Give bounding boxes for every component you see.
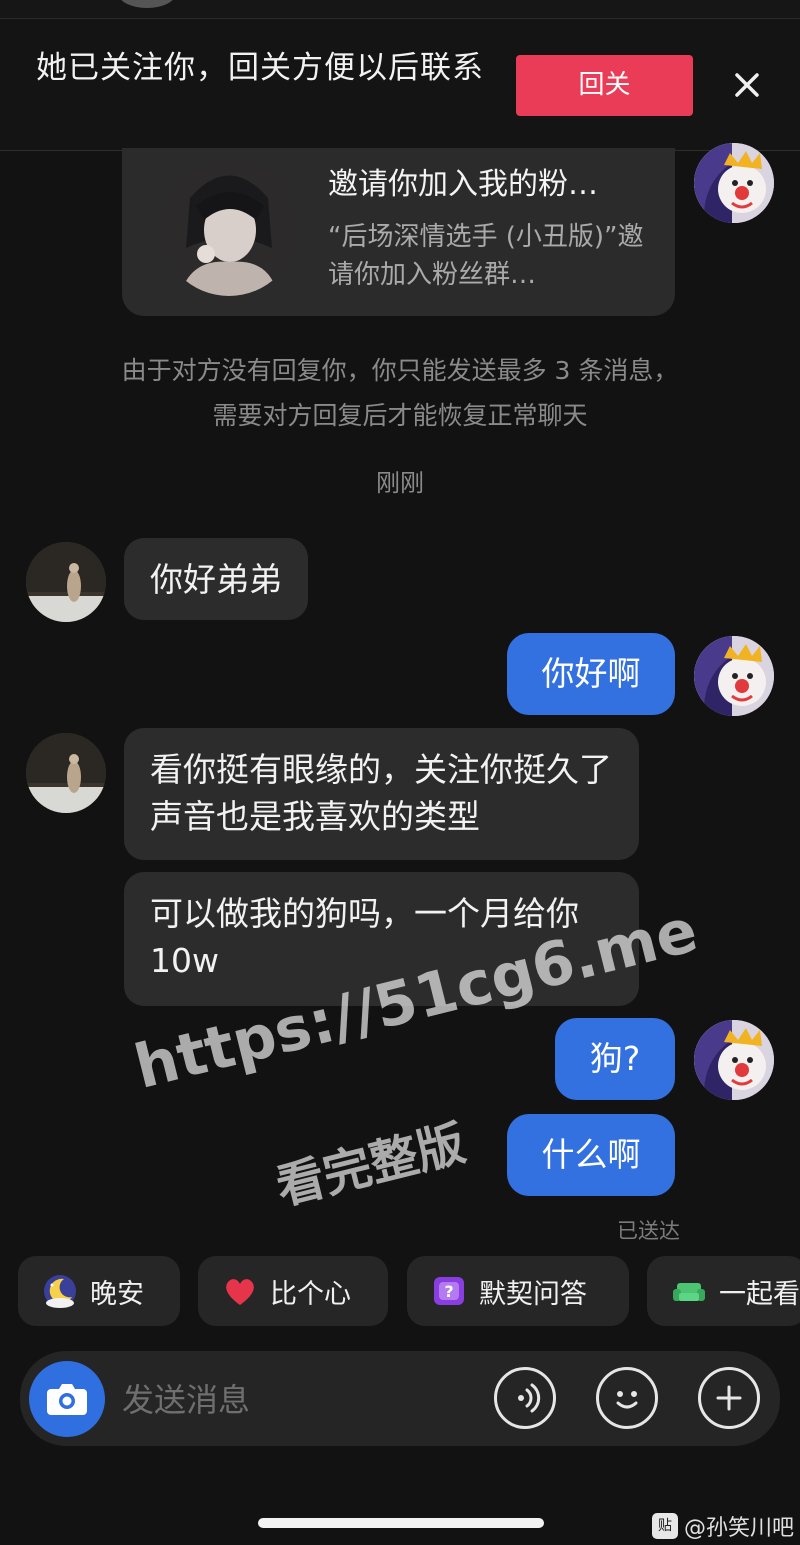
delivery-status: 已送达 <box>617 1219 680 1243</box>
top-strip <box>0 0 800 19</box>
sofa-icon <box>673 1283 705 1301</box>
watermark-caption: 看完整版 <box>270 1115 471 1216</box>
camera-button[interactable] <box>29 1361 105 1437</box>
my-avatar[interactable] <box>694 143 774 223</box>
quick-reply-watch-together[interactable]: 一起看 <box>647 1256 800 1326</box>
message-limit-notice: 由于对方没有回复你，你只能发送最多 3 条消息，需要对方回复后才能恢复正常聊天 <box>121 356 679 430</box>
camera-icon <box>47 1384 87 1415</box>
incoming-message: 看你挺有眼缘的，关注你挺久了声音也是我喜欢的类型 <box>124 728 639 860</box>
contact-avatar[interactable] <box>26 733 106 813</box>
group-avatar <box>160 158 298 296</box>
outgoing-message: 狗? <box>555 1018 675 1100</box>
question-icon: ? <box>434 1277 464 1305</box>
contact-avatar[interactable] <box>26 542 106 622</box>
svg-text:?: ? <box>444 1282 453 1301</box>
invite-description: “后场深情选手 (小丑版)”邀请你加入粉丝群… <box>328 222 644 290</box>
emoji-icon <box>616 1391 638 1409</box>
more-button[interactable] <box>698 1367 760 1429</box>
follow-back-button[interactable]: 回关 <box>516 55 693 116</box>
voice-button[interactable] <box>494 1367 556 1429</box>
my-avatar[interactable] <box>694 636 774 716</box>
moon-icon <box>44 1275 76 1308</box>
quick-reply-label: 默契问答 <box>479 1278 587 1310</box>
outgoing-message: 你好啊 <box>507 633 675 715</box>
voice-icon <box>518 1383 541 1413</box>
quick-reply-quiz[interactable]: ? 默契问答 <box>407 1256 629 1326</box>
quick-reply-heart[interactable]: 比个心 <box>198 1256 388 1326</box>
plus-icon <box>716 1385 742 1411</box>
home-indicator[interactable] <box>258 1518 544 1528</box>
header-avatar-stub <box>118 0 176 8</box>
tieba-logo-icon: 贴 <box>652 1513 678 1539</box>
quick-reply-label: 晚安 <box>90 1278 144 1310</box>
follow-back-text: 她已关注你，回关方便以后联系 <box>36 50 484 86</box>
quick-reply-goodnight[interactable]: 晚安 <box>18 1256 180 1326</box>
credit-text: @孙笑川吧 <box>684 1516 795 1541</box>
message-input[interactable] <box>120 1370 484 1430</box>
emoji-button[interactable] <box>596 1367 658 1429</box>
invite-title: 邀请你加入我的粉… <box>328 167 598 202</box>
quick-reply-label: 一起看 <box>719 1278 800 1310</box>
close-icon[interactable] <box>730 68 764 102</box>
incoming-message: 你好弟弟 <box>124 538 308 620</box>
timestamp: 刚刚 <box>376 469 424 497</box>
heart-icon <box>226 1279 254 1305</box>
my-avatar[interactable] <box>694 1020 774 1100</box>
outgoing-message: 什么啊 <box>507 1114 675 1196</box>
source-credit: 贴 @孙笑川吧 <box>652 1510 794 1542</box>
quick-reply-label: 比个心 <box>270 1278 351 1310</box>
